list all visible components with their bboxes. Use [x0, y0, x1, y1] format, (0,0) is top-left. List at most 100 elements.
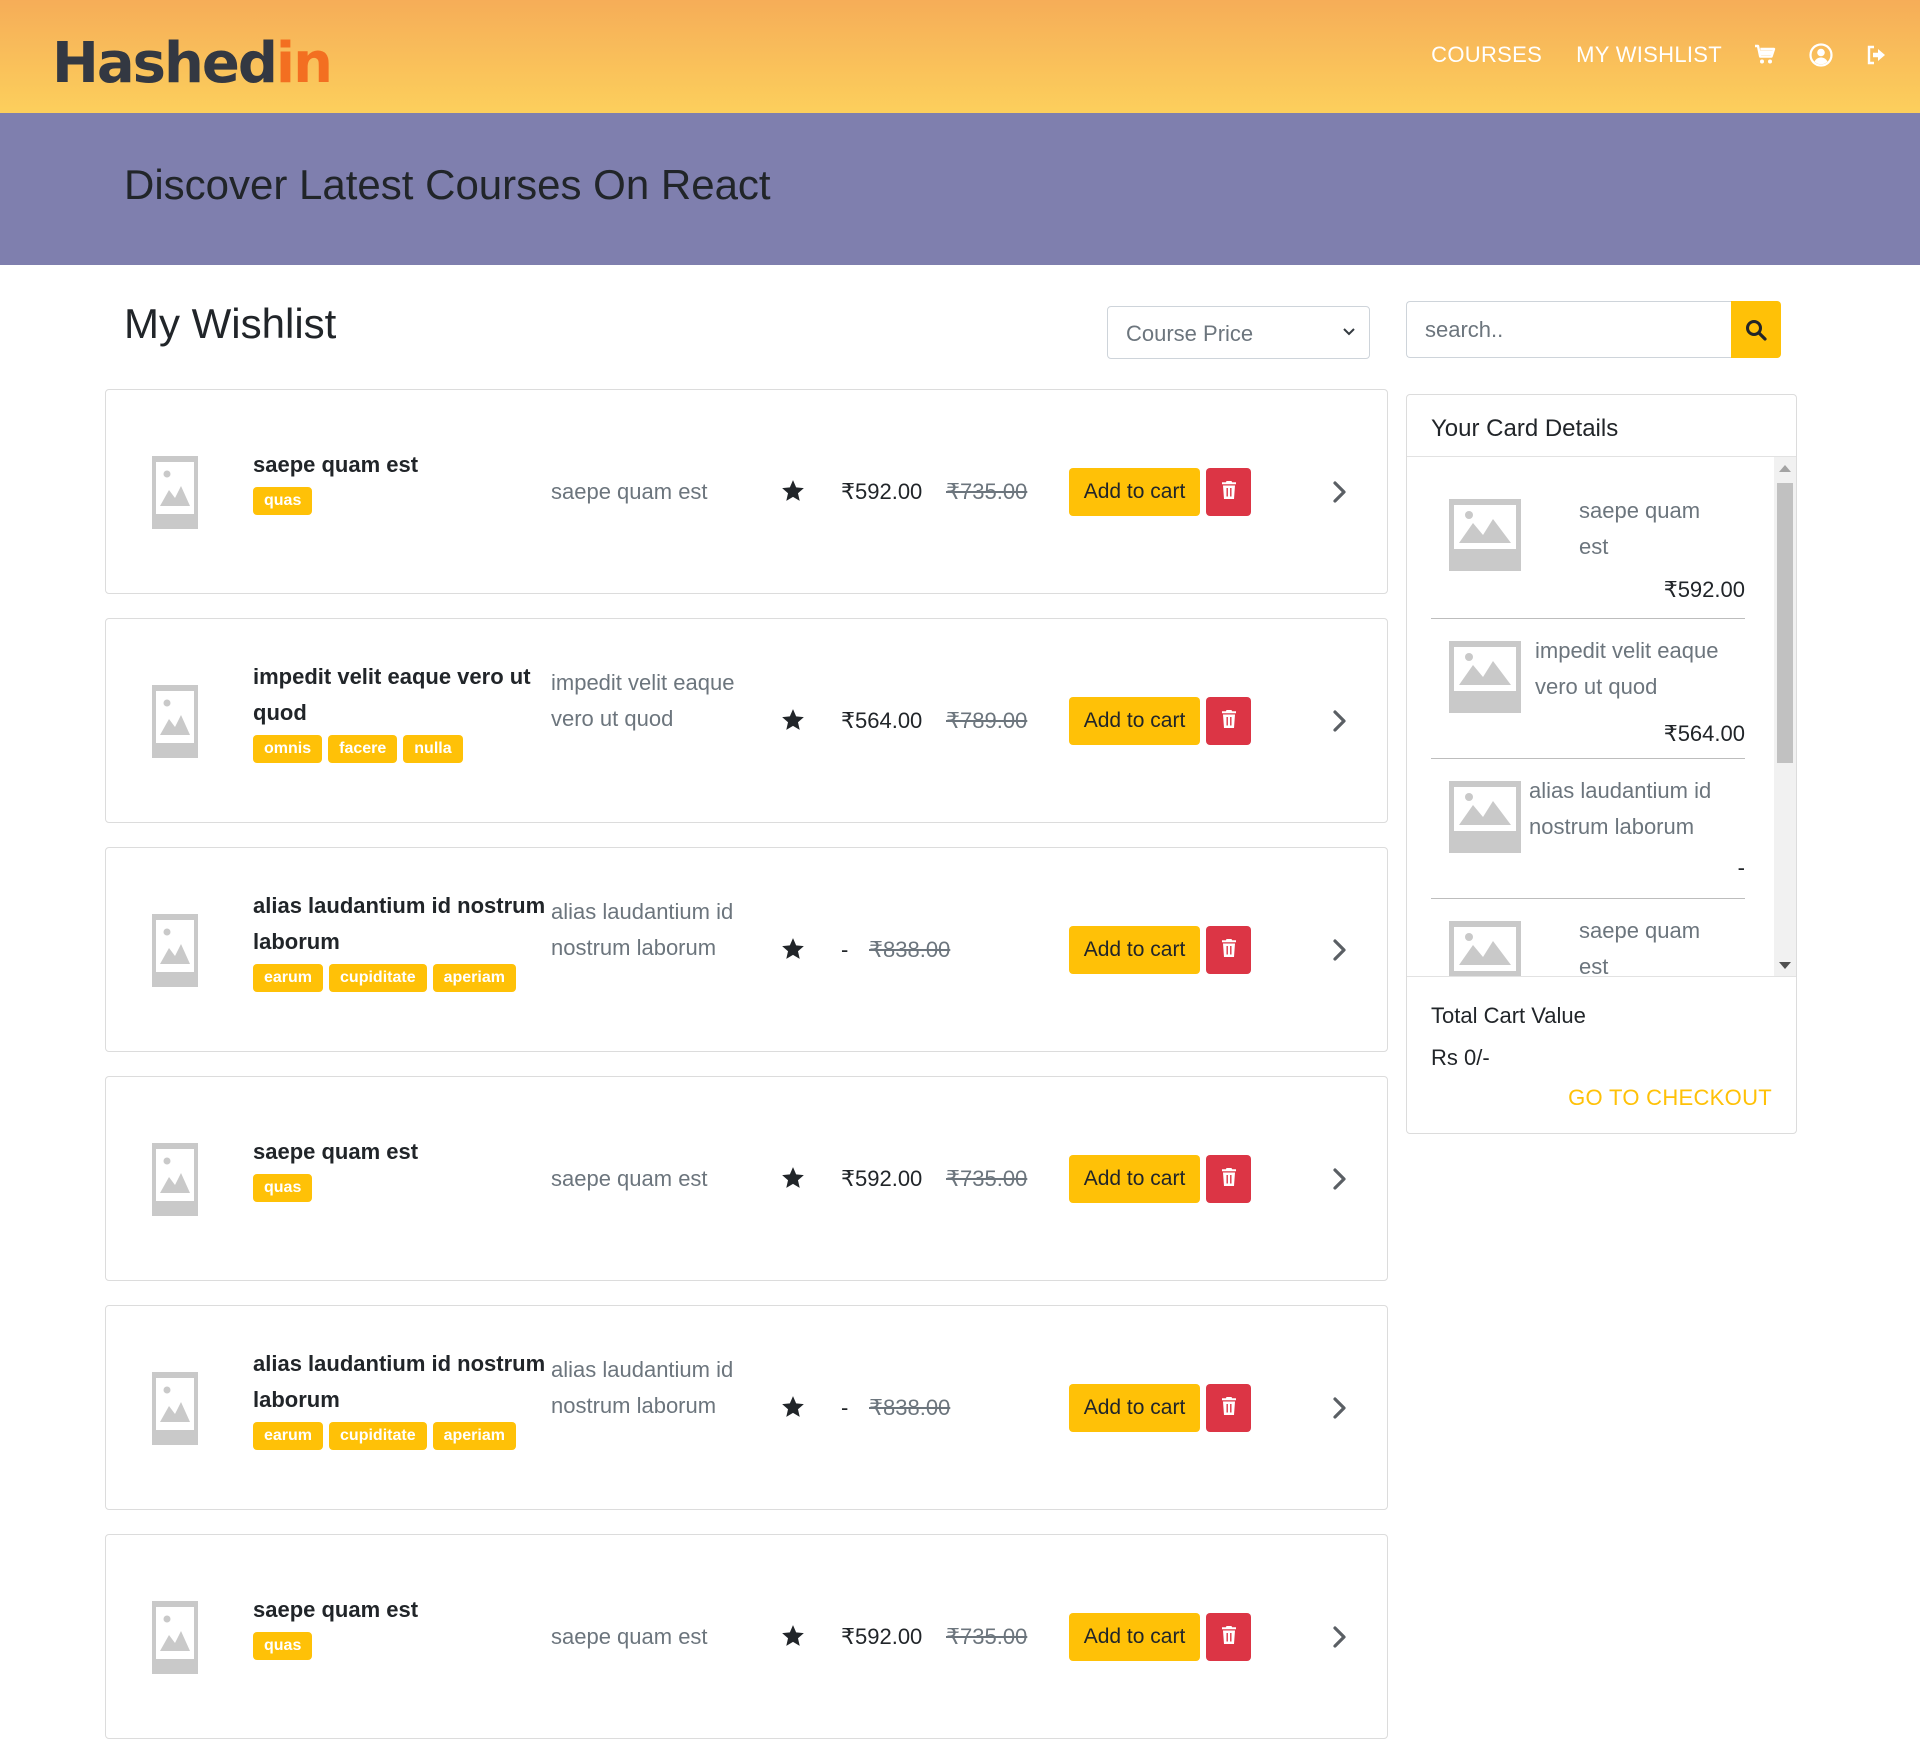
chevron-right-icon[interactable] [1328, 1166, 1350, 1192]
course-name-block: alias laudantium id nostrum laborum earum… [253, 888, 553, 992]
add-to-cart-button[interactable]: Add to cart [1069, 1613, 1200, 1661]
add-to-cart-button[interactable]: Add to cart [1069, 1155, 1200, 1203]
nav-menu: COURSES MY WISHLIST [1397, 42, 1890, 68]
sort-select-value: Course Price [1126, 321, 1254, 346]
course-name[interactable]: alias laudantium id nostrum laborum [253, 888, 553, 960]
course-tags: earum cupiditate aperiam [253, 964, 553, 992]
trash-icon [1221, 480, 1237, 504]
cart-scrollbar[interactable] [1774, 457, 1796, 976]
cart-items-list[interactable]: saepe quam est alias laudantium id nostru… [1407, 457, 1796, 977]
course-thumbnail-image [152, 1601, 198, 1674]
tag-badge: cupiditate [329, 964, 427, 992]
course-price: ₹592.00 [841, 1166, 923, 1191]
delete-button[interactable] [1206, 1613, 1251, 1661]
course-name[interactable]: saepe quam est [253, 1592, 553, 1628]
tag-badge: facere [328, 735, 398, 763]
sort-select[interactable]: Course Price [1107, 306, 1370, 359]
search-input[interactable] [1406, 301, 1731, 358]
course-price: - [841, 1395, 849, 1420]
course-original-price: ₹789.00 [946, 708, 1028, 733]
course-original-price: ₹735.00 [946, 1624, 1028, 1649]
course-name-block: saepe quam est quas [253, 447, 553, 515]
delete-button[interactable] [1206, 1155, 1251, 1203]
course-author: alias laudantium id nostrum laborum [551, 899, 734, 960]
course-name[interactable]: saepe quam est [253, 447, 553, 483]
star-icon[interactable] [780, 478, 806, 504]
course-name-block: impedit velit eaque vero ut quod omnis fac… [253, 659, 553, 763]
chevron-down-icon [1343, 328, 1355, 336]
course-name-block: saepe quam est quas [253, 1592, 553, 1660]
course-tags: earum cupiditate aperiam [253, 1422, 553, 1450]
chevron-right-icon[interactable] [1328, 479, 1350, 505]
search-button[interactable] [1731, 301, 1781, 358]
cart-item: saepe quam est ₹592.00 [1431, 457, 1745, 619]
course-card: saepe quam est quas saepe quam est ₹592.00 ₹… [105, 1534, 1388, 1739]
course-original-price: ₹838.00 [869, 1395, 951, 1420]
scroll-up-arrow-icon[interactable] [1779, 465, 1791, 472]
delete-button[interactable] [1206, 697, 1251, 745]
cart-icon[interactable] [1752, 42, 1778, 68]
add-to-cart-button[interactable]: Add to cart [1069, 1384, 1200, 1432]
cart-item-thumbnail-image [1449, 921, 1521, 976]
course-original-price: ₹735.00 [946, 1166, 1028, 1191]
star-icon[interactable] [780, 1623, 806, 1649]
cart-item-price: ₹564.00 [1663, 721, 1745, 746]
banner-title: Discover Latest Courses On React [124, 161, 771, 208]
add-to-cart-button[interactable]: Add to cart [1069, 926, 1200, 974]
cart-item-thumbnail-image [1449, 499, 1521, 571]
tag-badge: aperiam [432, 964, 516, 992]
course-name[interactable]: impedit velit eaque vero ut quod [253, 659, 553, 731]
course-card: saepe quam est quas saepe quam est ₹592.00 ₹… [105, 389, 1388, 594]
cart-item: impedit velit eaque vero ut quod ₹564.00 [1431, 619, 1745, 759]
tag-badge: quas [253, 1632, 313, 1660]
tag-badge: earum [253, 964, 324, 992]
search-bar [1406, 301, 1781, 358]
tag-badge: quas [253, 1174, 313, 1202]
course-thumbnail-image [152, 1372, 198, 1445]
course-price: - [841, 937, 849, 962]
user-circle-icon[interactable] [1808, 42, 1834, 68]
cart-item-name: saepe quam est [1579, 918, 1701, 977]
delete-button[interactable] [1206, 926, 1251, 974]
cart-item-thumbnail-image [1449, 781, 1521, 853]
course-price: ₹564.00 [841, 708, 923, 733]
course-thumbnail-image [152, 1143, 198, 1216]
cart-panel-title: Your Card Details [1407, 395, 1796, 457]
course-name-block: saepe quam est quas [253, 1134, 553, 1202]
total-cart-label: Total Cart Value [1431, 1003, 1586, 1028]
tag-badge: quas [253, 487, 313, 515]
chevron-right-icon[interactable] [1328, 708, 1350, 734]
scroll-thumb[interactable] [1777, 483, 1793, 763]
chevron-right-icon[interactable] [1328, 1395, 1350, 1421]
course-author: saepe quam est [551, 1166, 708, 1191]
course-name[interactable]: alias laudantium id nostrum laborum [253, 1346, 553, 1418]
course-card: alias laudantium id nostrum laborum earum… [105, 847, 1388, 1052]
course-thumbnail-image [152, 685, 198, 758]
cart-item-thumbnail-image [1449, 641, 1521, 713]
add-to-cart-button[interactable]: Add to cart [1069, 697, 1200, 745]
chevron-right-icon[interactable] [1328, 937, 1350, 963]
star-icon[interactable] [780, 1394, 806, 1420]
add-to-cart-button[interactable]: Add to cart [1069, 468, 1200, 516]
course-tags: omnis facere nulla [253, 735, 553, 763]
course-thumbnail-image [152, 456, 198, 529]
course-card: alias laudantium id nostrum laborum earum… [105, 1305, 1388, 1510]
star-icon[interactable] [780, 707, 806, 733]
course-thumbnail-image [152, 914, 198, 987]
nav-courses-link[interactable]: COURSES [1431, 42, 1542, 68]
nav-wishlist-link[interactable]: MY WISHLIST [1576, 42, 1722, 68]
checkout-button[interactable]: GO TO CHECKOUT [1568, 1085, 1772, 1111]
delete-button[interactable] [1206, 1384, 1251, 1432]
tag-badge: aperiam [432, 1422, 516, 1450]
course-name[interactable]: saepe quam est [253, 1134, 553, 1170]
brand-logo[interactable]: Hashedin [52, 30, 333, 98]
cart-item-name: saepe quam est [1579, 498, 1701, 559]
delete-button[interactable] [1206, 468, 1251, 516]
star-icon[interactable] [780, 936, 806, 962]
chevron-right-icon[interactable] [1328, 1624, 1350, 1650]
scroll-down-arrow-icon[interactable] [1779, 962, 1791, 969]
star-icon[interactable] [780, 1165, 806, 1191]
course-card: impedit velit eaque vero ut quod omnis fac… [105, 618, 1388, 823]
sign-out-icon[interactable] [1864, 42, 1890, 68]
trash-icon [1221, 1396, 1237, 1420]
